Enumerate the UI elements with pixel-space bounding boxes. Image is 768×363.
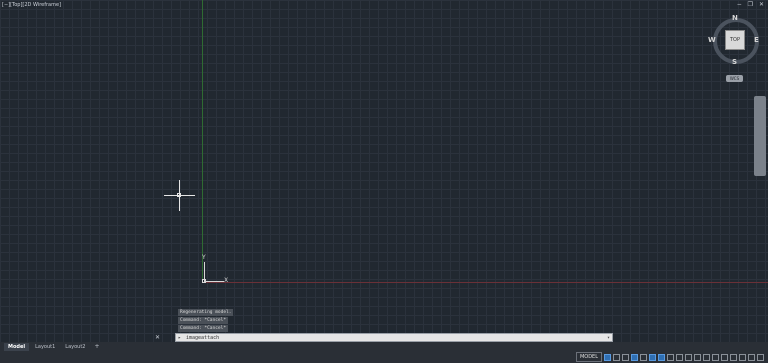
command-input-value: imageattach [186, 335, 220, 341]
ucs-x-label: X [224, 277, 229, 284]
snap-icon[interactable] [613, 353, 620, 361]
isolate-objects-icon[interactable] [730, 353, 737, 361]
compass-north[interactable]: N [732, 14, 738, 22]
grid-icon[interactable] [604, 353, 611, 361]
add-layout-icon[interactable]: + [91, 343, 102, 351]
compass-east[interactable]: E [754, 36, 759, 44]
osnap-icon[interactable] [649, 353, 656, 361]
command-history-line: Command: *Cancel* [178, 325, 229, 332]
tab-model[interactable]: Model [4, 343, 30, 351]
status-tray: MODEL [575, 352, 764, 362]
model-space-button[interactable]: MODEL [575, 352, 602, 362]
compass-west[interactable]: W [708, 36, 716, 44]
drawing-canvas[interactable] [0, 0, 768, 342]
command-history-line: Regenerating model. [178, 309, 234, 316]
isodraft-icon[interactable] [640, 353, 647, 361]
command-history-line: Command: *Cancel* [178, 317, 229, 324]
viewport-window-controls[interactable]: − ❐ ✕ [737, 1, 766, 8]
otrack-icon[interactable] [658, 353, 665, 361]
crosshair-pickbox [177, 193, 181, 197]
compass-south[interactable]: S [732, 58, 737, 66]
ucs-y-label: Y [202, 254, 206, 261]
lock-ui-icon[interactable] [721, 353, 728, 361]
annotation-scale-icon[interactable] [676, 353, 683, 361]
units-icon[interactable] [703, 353, 710, 361]
polar-icon[interactable] [631, 353, 638, 361]
wcs-menu[interactable]: WCS [726, 75, 743, 82]
x-axis-line [202, 282, 768, 283]
hardware-acceleration-icon[interactable] [739, 353, 746, 361]
annotation-monitor-icon[interactable] [694, 353, 701, 361]
clean-screen-icon[interactable] [748, 353, 755, 361]
command-input[interactable]: ▸ imageattach ▾ [175, 333, 613, 342]
ucs-origin [202, 279, 206, 283]
layout-tabs: Model Layout1 Layout2 + [4, 343, 103, 351]
viewcube-top-face[interactable]: TOP [725, 30, 745, 50]
ucs-x-arm [204, 281, 224, 282]
quick-properties-icon[interactable] [712, 353, 719, 361]
workspace-icon[interactable] [685, 353, 692, 361]
tab-layout2[interactable]: Layout2 [61, 343, 89, 351]
viewport-controls[interactable]: [−][Top][2D Wireframe] [2, 2, 61, 8]
annotation-visibility-icon[interactable] [667, 353, 674, 361]
y-axis-line [202, 0, 203, 282]
navigation-bar[interactable] [754, 96, 766, 176]
ortho-icon[interactable] [622, 353, 629, 361]
tab-layout1[interactable]: Layout1 [31, 343, 59, 351]
customize-icon[interactable] [757, 353, 764, 361]
